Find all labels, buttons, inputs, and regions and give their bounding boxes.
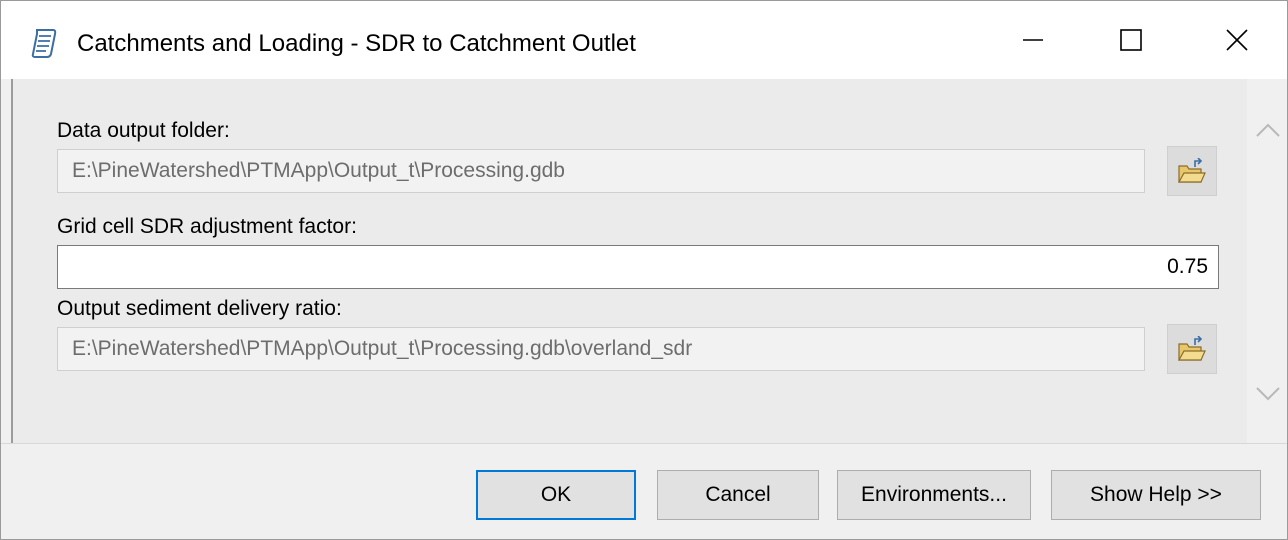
minimize-button[interactable] — [1003, 15, 1063, 65]
close-icon — [1226, 29, 1248, 51]
tool-dialog: Catchments and Loading - SDR to Catchmen… — [0, 0, 1288, 540]
close-button[interactable] — [1207, 15, 1267, 65]
data-output-folder-label: Data output folder: — [57, 119, 230, 142]
maximize-button[interactable] — [1101, 15, 1161, 65]
cancel-button[interactable]: Cancel — [657, 470, 819, 520]
ok-button[interactable]: OK — [476, 470, 636, 520]
browse-output-sdr-button[interactable] — [1167, 324, 1217, 374]
maximize-icon — [1120, 29, 1142, 51]
footer-divider — [1, 443, 1287, 444]
open-folder-icon — [1177, 158, 1206, 183]
script-tool-icon — [31, 28, 57, 58]
scroll-up-arrow-icon[interactable] — [1255, 121, 1281, 139]
browse-data-output-folder-button[interactable] — [1167, 146, 1217, 196]
output-sdr-label: Output sediment delivery ratio: — [57, 297, 342, 320]
show-help-button[interactable]: Show Help >> — [1051, 470, 1261, 520]
open-folder-icon — [1177, 336, 1206, 361]
parameters-panel: Data output folder: E:\PineWatershed\PTM… — [11, 79, 1287, 443]
environments-button[interactable]: Environments... — [837, 470, 1031, 520]
vertical-scrollbar[interactable] — [1247, 79, 1287, 443]
sdr-adjustment-label: Grid cell SDR adjustment factor: — [57, 215, 357, 238]
minimize-icon — [1023, 39, 1043, 41]
output-sdr-field[interactable]: E:\PineWatershed\PTMApp\Output_t\Process… — [57, 327, 1145, 371]
sdr-adjustment-input[interactable]: 0.75 — [57, 245, 1219, 289]
data-output-folder-field[interactable]: E:\PineWatershed\PTMApp\Output_t\Process… — [57, 149, 1145, 193]
window-title: Catchments and Loading - SDR to Catchmen… — [77, 30, 636, 57]
title-bar[interactable]: Catchments and Loading - SDR to Catchmen… — [1, 1, 1287, 79]
scroll-down-arrow-icon[interactable] — [1255, 385, 1281, 403]
